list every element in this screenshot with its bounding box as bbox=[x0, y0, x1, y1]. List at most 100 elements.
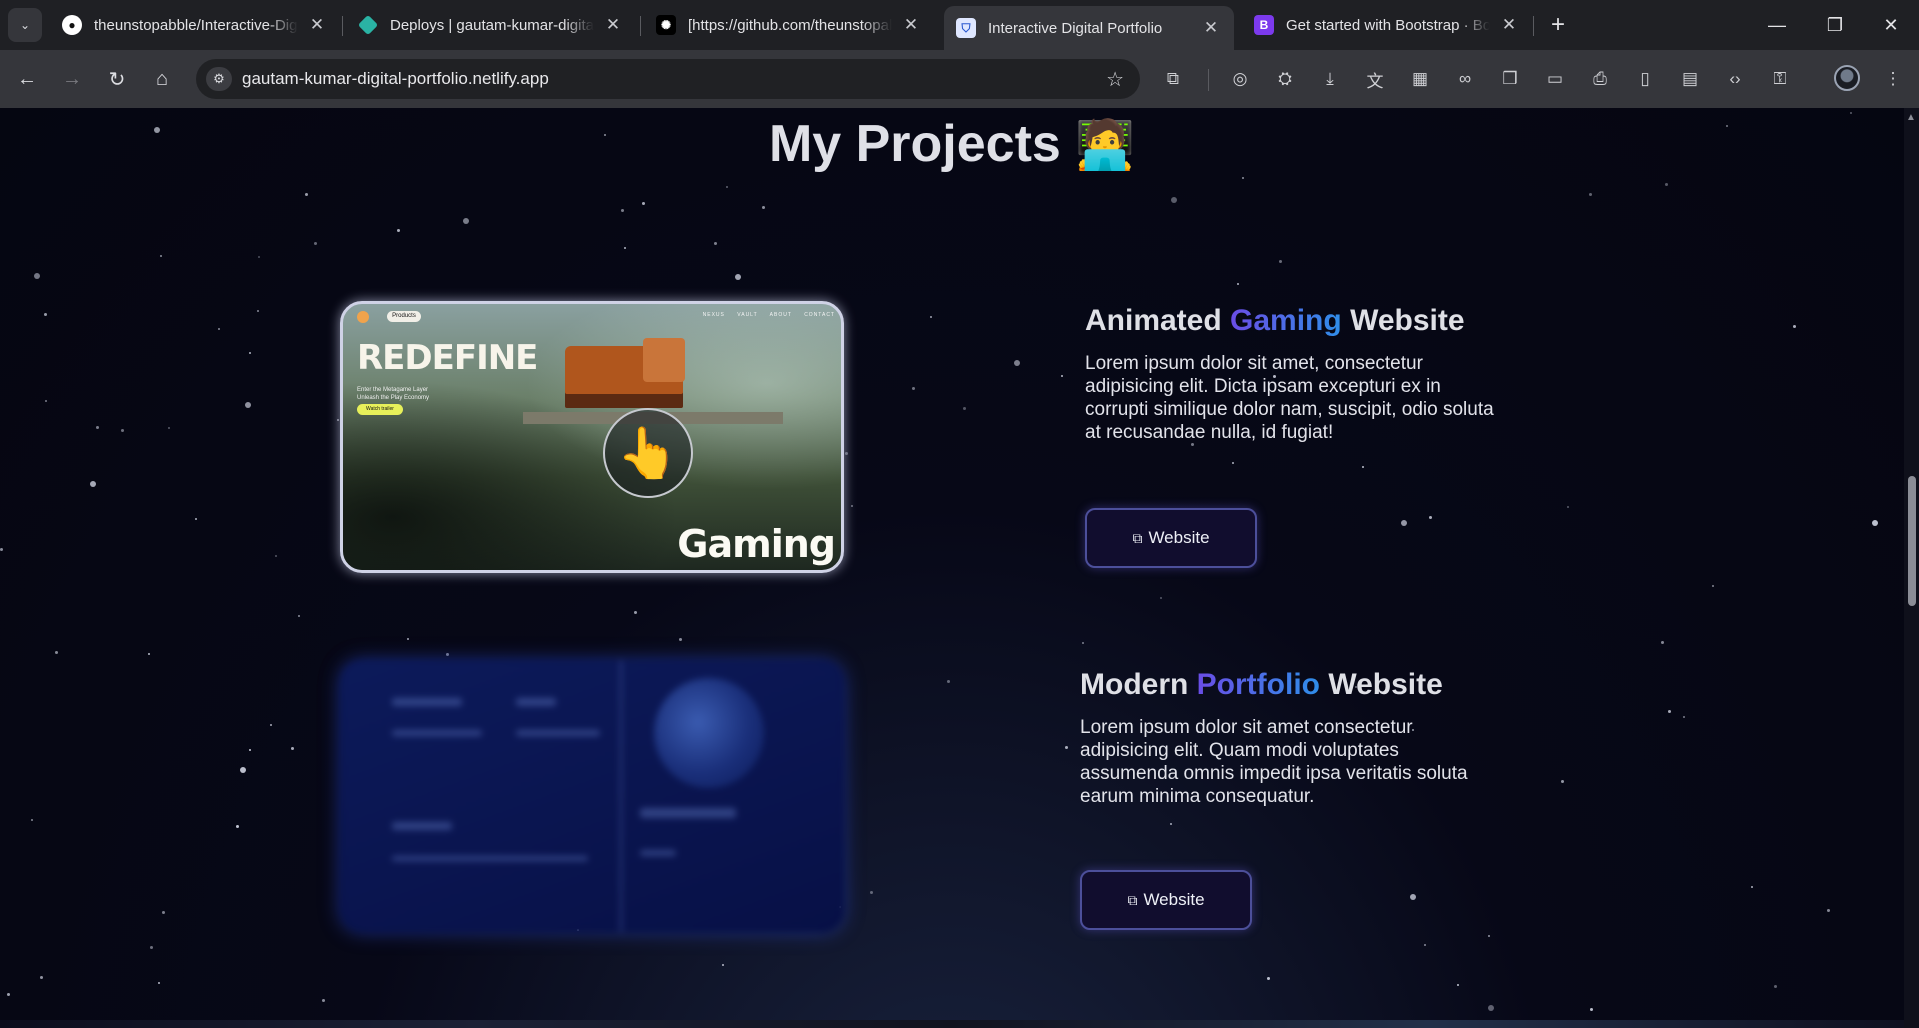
star bbox=[1232, 462, 1234, 464]
app-icon: ✺ bbox=[656, 15, 676, 35]
star bbox=[121, 429, 124, 432]
restore-button[interactable]: ❐ bbox=[1812, 8, 1858, 42]
password-key-icon[interactable]: ⚿ bbox=[1765, 64, 1795, 94]
reading-mode-icon[interactable]: ❒ bbox=[1495, 64, 1525, 94]
shield-icon: ⛉ bbox=[956, 18, 976, 38]
star bbox=[397, 229, 400, 232]
preview-block bbox=[392, 698, 462, 706]
github-icon: ● bbox=[62, 15, 82, 35]
cast-icon[interactable]: ▭ bbox=[1540, 64, 1570, 94]
plus-icon: + bbox=[1550, 11, 1565, 38]
star bbox=[1751, 886, 1753, 888]
devices-icon[interactable]: ▯ bbox=[1630, 64, 1660, 94]
tab-github[interactable]: ● theunstopabble/Interactive-Digital-Por… bbox=[50, 6, 340, 44]
profile-avatar[interactable] bbox=[1834, 65, 1860, 91]
tab-netlify[interactable]: Deploys | gautam-kumar-digital-portfolio… bbox=[346, 6, 636, 44]
star bbox=[270, 724, 272, 726]
reload-button[interactable]: ↻ bbox=[100, 62, 134, 96]
star bbox=[1661, 641, 1664, 644]
star bbox=[1665, 183, 1668, 186]
preview-block bbox=[640, 850, 676, 856]
tab-search-button[interactable]: ⌄ bbox=[8, 8, 42, 42]
forward-button[interactable]: → bbox=[55, 62, 89, 96]
star bbox=[1457, 984, 1459, 986]
print-icon[interactable]: ⎙ bbox=[1585, 64, 1615, 94]
new-tab-button[interactable]: + bbox=[1543, 10, 1573, 40]
star bbox=[463, 218, 469, 224]
close-icon[interactable]: ✕ bbox=[902, 15, 920, 35]
project-title: Animated Gaming Website bbox=[1085, 304, 1465, 337]
link-icon[interactable]: ∞ bbox=[1450, 64, 1480, 94]
qr-code-icon[interactable]: ▦ bbox=[1405, 64, 1435, 94]
technologist-emoji: 🧑‍💻 bbox=[1075, 119, 1136, 172]
home-button[interactable]: ⌂ bbox=[145, 62, 179, 96]
star bbox=[322, 999, 325, 1002]
star bbox=[44, 313, 47, 316]
external-link-icon: ⧉ bbox=[1132, 529, 1143, 546]
scroll-thumb[interactable] bbox=[1908, 476, 1916, 606]
download-icon[interactable]: ⤓ bbox=[1315, 64, 1345, 94]
section-title: My Projects 🧑‍💻 bbox=[0, 114, 1904, 174]
gaming-project-preview[interactable]: Products NEXUS VAULT ABOUT CONTACT REDEF… bbox=[340, 301, 844, 573]
star bbox=[1014, 360, 1020, 366]
star bbox=[1267, 977, 1270, 980]
star bbox=[1171, 197, 1177, 203]
star bbox=[1170, 823, 1172, 825]
close-icon: ✕ bbox=[1883, 14, 1899, 35]
portfolio-project-preview[interactable] bbox=[340, 660, 844, 932]
star bbox=[34, 273, 40, 279]
star bbox=[240, 767, 246, 773]
tab-github-link[interactable]: ✺ [https://github.com/theunstopabble ✕ bbox=[644, 6, 934, 44]
star bbox=[1429, 516, 1432, 519]
star bbox=[1401, 520, 1407, 526]
star bbox=[1712, 585, 1714, 587]
tab-bootstrap[interactable]: B Get started with Bootstrap · Bootstrap… bbox=[1242, 6, 1532, 44]
arrow-right-icon: → bbox=[62, 67, 82, 90]
star bbox=[735, 274, 741, 280]
reload-icon: ↻ bbox=[108, 68, 126, 91]
scroll-up-arrow-icon[interactable]: ▲ bbox=[1906, 112, 1916, 123]
tab-portfolio[interactable]: ⛉ Interactive Digital Portfolio ✕ bbox=[944, 6, 1234, 50]
star bbox=[912, 387, 915, 390]
star bbox=[1065, 746, 1068, 749]
star bbox=[679, 638, 682, 641]
side-panel-icon[interactable]: ▤ bbox=[1675, 64, 1705, 94]
incognito-icon[interactable]: ⛭ bbox=[1270, 64, 1300, 94]
star bbox=[1279, 260, 1282, 263]
close-icon[interactable]: ✕ bbox=[1202, 18, 1220, 38]
screenshot-icon[interactable]: ◎ bbox=[1225, 64, 1255, 94]
minimize-icon: — bbox=[1768, 14, 1786, 35]
star bbox=[31, 819, 33, 821]
page-scrollbar[interactable]: ▲ bbox=[1904, 108, 1919, 1028]
menu-icon[interactable]: ⋮ bbox=[1878, 64, 1908, 94]
minimize-button[interactable]: — bbox=[1754, 8, 1800, 42]
back-button[interactable]: ← bbox=[10, 62, 44, 96]
star bbox=[446, 653, 449, 656]
close-icon[interactable]: ✕ bbox=[1500, 15, 1518, 35]
star bbox=[930, 316, 932, 318]
bookmark-star-icon[interactable]: ☆ bbox=[1106, 67, 1124, 92]
close-icon[interactable]: ✕ bbox=[604, 15, 622, 35]
star bbox=[1561, 780, 1564, 783]
code-icon[interactable]: ‹› bbox=[1720, 64, 1750, 94]
gaming-website-button[interactable]: ⧉ Website bbox=[1085, 508, 1257, 568]
close-icon[interactable]: ✕ bbox=[308, 15, 326, 35]
preview-logo bbox=[357, 311, 369, 323]
toolbar-divider bbox=[1208, 69, 1209, 91]
star bbox=[7, 993, 10, 996]
star bbox=[337, 419, 339, 421]
close-window-button[interactable]: ✕ bbox=[1868, 8, 1914, 42]
portfolio-project-info: Modern Portfolio Website Lorem ipsum dol… bbox=[1080, 668, 1500, 808]
star bbox=[1424, 944, 1426, 946]
extensions-icon[interactable]: ⧉ bbox=[1158, 64, 1188, 94]
preview-block bbox=[392, 730, 482, 736]
url-text[interactable]: gautam-kumar-digital-portfolio.netlify.a… bbox=[242, 69, 549, 89]
external-link-icon: ⧉ bbox=[1127, 891, 1138, 908]
star bbox=[1590, 1008, 1593, 1011]
star bbox=[1410, 894, 1416, 900]
address-bar[interactable]: ⚙ gautam-kumar-digital-portfolio.netlify… bbox=[196, 59, 1140, 99]
star bbox=[0, 548, 3, 551]
site-info-icon[interactable]: ⚙ bbox=[206, 67, 232, 91]
portfolio-website-button[interactable]: ⧉ Website bbox=[1080, 870, 1252, 930]
translate-icon[interactable]: 文 bbox=[1360, 64, 1390, 94]
